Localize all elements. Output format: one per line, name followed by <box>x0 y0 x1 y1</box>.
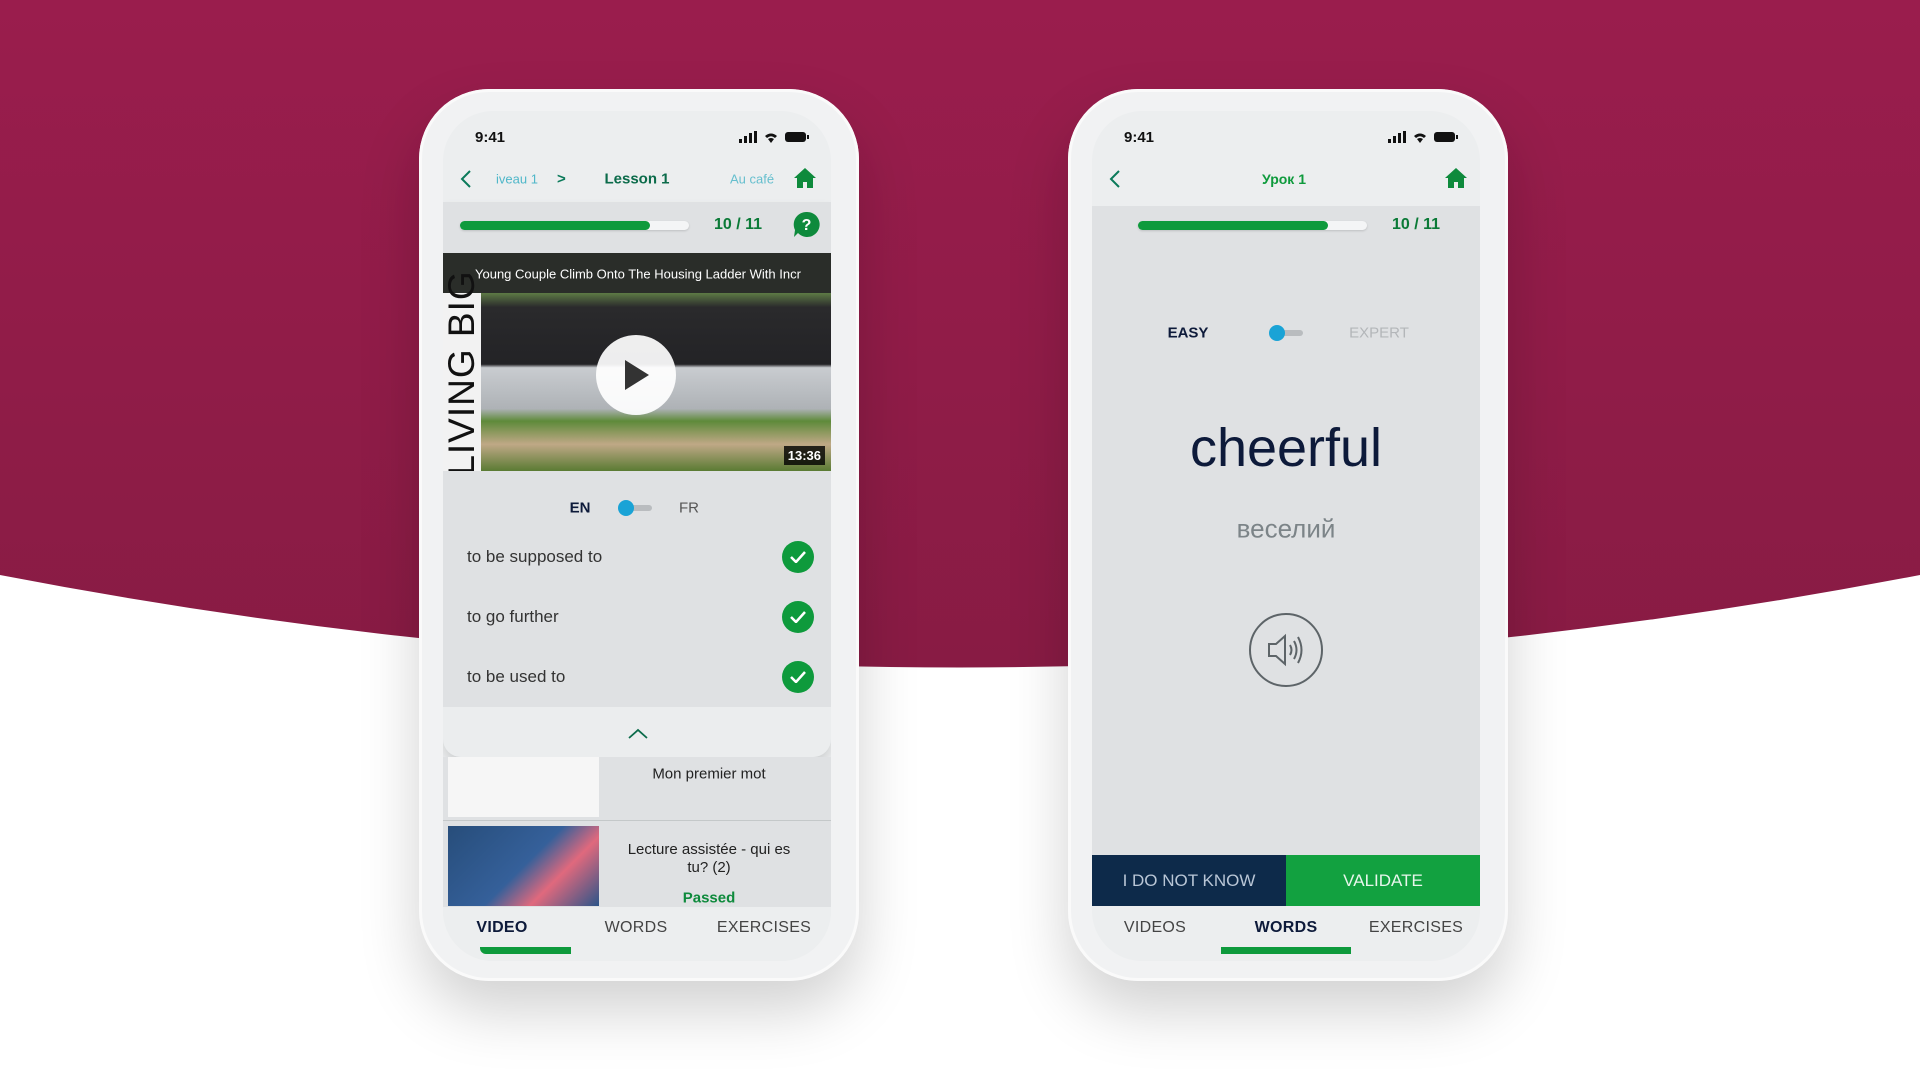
breadcrumb-next[interactable]: Au café <box>730 172 774 187</box>
progress-label: 10 / 11 <box>1391 216 1441 233</box>
status-icons <box>739 131 809 143</box>
status-time: 9:41 <box>475 129 506 146</box>
lang-toggle[interactable] <box>618 500 652 516</box>
tab-exercises[interactable]: EXERCISES <box>1369 919 1463 937</box>
battery-icon <box>785 132 809 142</box>
channel-logo: LIVING BIG <box>443 270 482 471</box>
check-icon <box>782 541 814 573</box>
progress-bar <box>460 221 689 230</box>
status-icons <box>1388 131 1458 143</box>
lang-left-label: EN <box>569 499 591 517</box>
home-icon[interactable] <box>793 167 817 189</box>
tab-words[interactable]: WORDS <box>1255 919 1318 937</box>
battery-icon <box>1434 132 1458 142</box>
progress-fill <box>1138 221 1329 230</box>
video-title: Young Couple Climb Onto The Housing Ladd… <box>475 266 801 282</box>
active-tab-indicator <box>1221 947 1351 954</box>
breadcrumb-prev[interactable]: iveau 1 <box>496 172 538 187</box>
video-player[interactable]: Young Couple Climb Onto The Housing Ladd… <box>443 253 831 471</box>
check-icon <box>782 601 814 633</box>
word-item[interactable]: to be supposed to <box>467 547 602 567</box>
tab-exercises[interactable]: EXERCISES <box>717 919 811 937</box>
word-item[interactable]: to be used to <box>467 667 565 687</box>
progress-bar <box>1138 221 1367 230</box>
validate-button[interactable]: VALIDATE <box>1286 855 1480 906</box>
tab-words[interactable]: WORDS <box>605 919 668 937</box>
flashcard-translation: веселий <box>1236 513 1336 544</box>
lesson-status: Passed <box>682 889 736 907</box>
level-toggle[interactable] <box>1269 325 1303 341</box>
status-time: 9:41 <box>1124 129 1155 146</box>
lesson-item[interactable]: Mon premier mot <box>443 757 831 820</box>
progress-fill <box>460 221 651 230</box>
chevron-up-icon[interactable] <box>627 727 649 739</box>
progress-label: 10 / 11 <box>713 216 763 233</box>
tab-video[interactable]: VIDEO <box>476 919 527 937</box>
page-title: Урок 1 <box>1262 171 1306 187</box>
lesson-thumbnail <box>448 826 599 906</box>
background <box>0 0 1920 1080</box>
breadcrumb-next-arrow[interactable]: > <box>557 171 566 188</box>
lesson-title: Lecture assistée - qui es tu? (2) <box>627 841 791 876</box>
right-screen: 9:41 Урок 1 10 / 11 EASY EXPERT cheerful… <box>1092 111 1480 961</box>
speaker-icon <box>1268 633 1303 667</box>
back-chevron-icon[interactable] <box>459 169 473 189</box>
flashcard-word: cheerful <box>1189 418 1383 478</box>
word-item[interactable]: to go further <box>467 607 559 627</box>
lesson-item[interactable]: Lecture assistée - qui es tu? (2) Passed <box>443 821 831 907</box>
wifi-icon <box>1414 133 1426 143</box>
play-audio-button[interactable] <box>1249 613 1323 687</box>
dont-know-button[interactable]: I DO NOT KNOW <box>1092 855 1286 906</box>
wifi-icon <box>765 133 777 143</box>
signal-icon <box>739 131 757 143</box>
play-icon <box>625 360 649 390</box>
help-icon[interactable]: ? <box>793 211 820 238</box>
check-icon <box>782 661 814 693</box>
tab-videos[interactable]: VIDEOS <box>1124 919 1186 937</box>
lesson-thumbnail <box>448 757 599 817</box>
video-duration: 13:36 <box>783 446 825 465</box>
svg-text:?: ? <box>802 217 812 234</box>
level-left-label: EASY <box>1167 324 1209 342</box>
level-right-label: EXPERT <box>1349 324 1409 342</box>
left-screen: 9:41 iveau 1 > Lesson 1 Au café 10 / 11 … <box>443 111 831 961</box>
back-chevron-icon[interactable] <box>1108 169 1122 189</box>
signal-icon <box>1388 131 1406 143</box>
page-title: Lesson 1 <box>604 170 670 188</box>
lang-right-label: FR <box>679 499 699 517</box>
active-tab-indicator <box>480 947 571 954</box>
home-icon[interactable] <box>1444 167 1468 189</box>
play-button[interactable] <box>596 335 676 415</box>
lesson-title: Mon premier mot <box>652 765 766 783</box>
